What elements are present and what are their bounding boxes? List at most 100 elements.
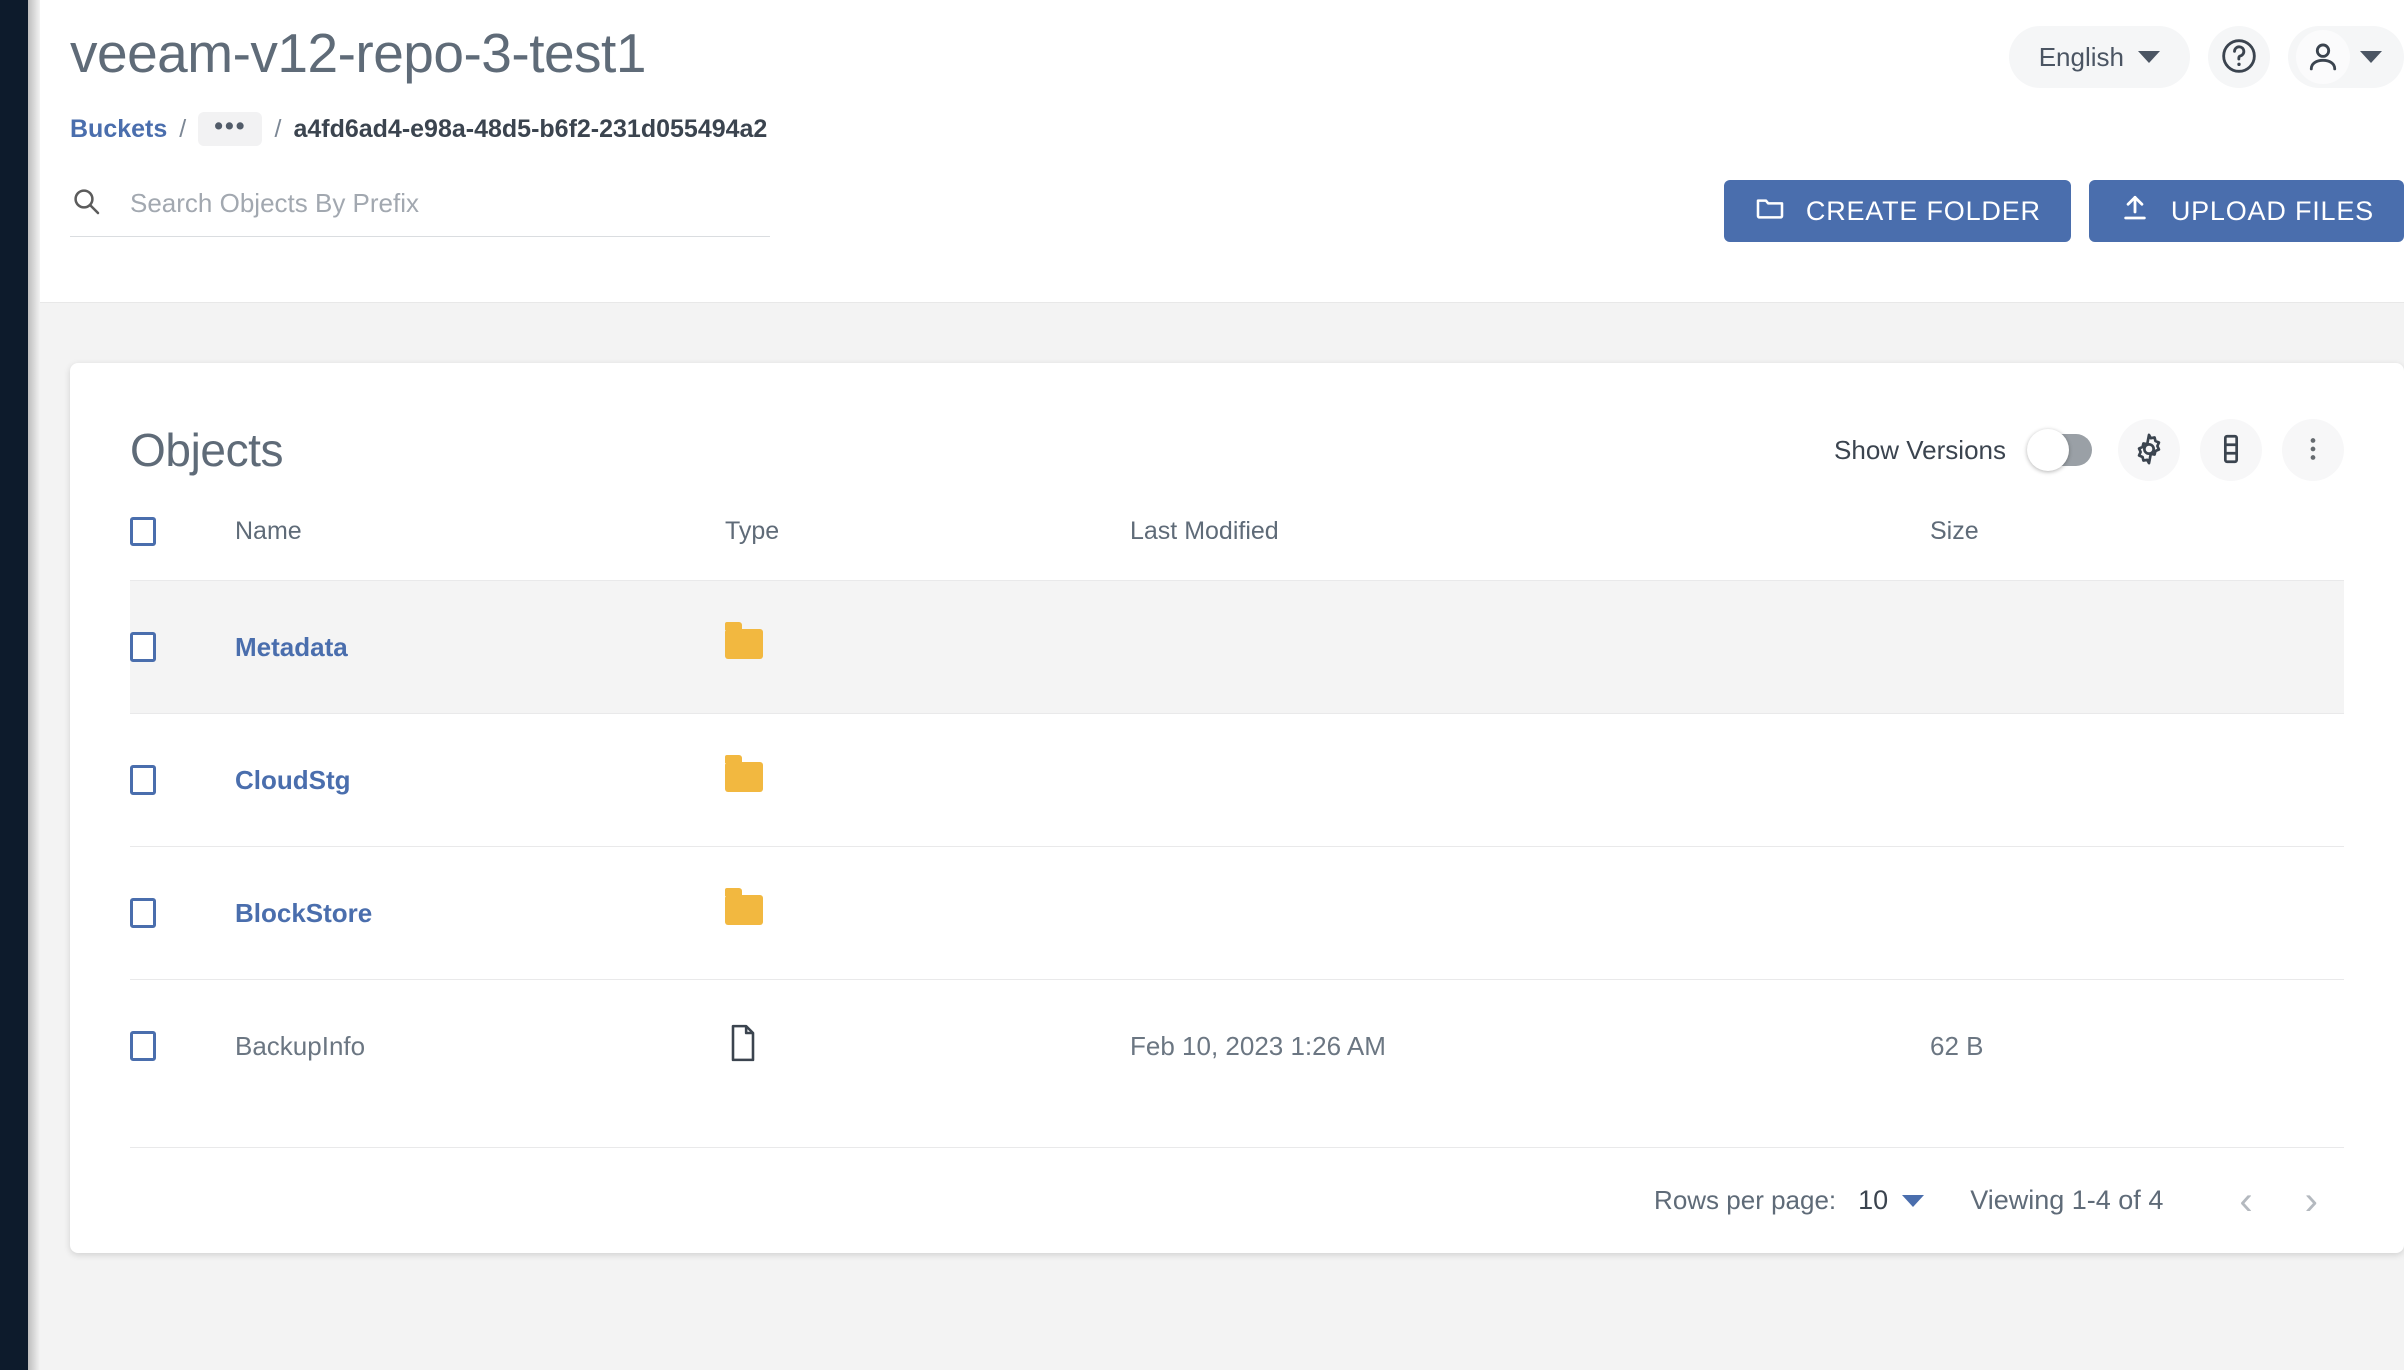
objects-table: Name Type Last Modified Size Metadata Cl…	[130, 517, 2344, 1113]
row-modified-cell: Feb 10, 2023 1:26 AM	[1130, 979, 1930, 1113]
table-row[interactable]: CloudStg	[130, 713, 2344, 847]
row-size-cell: 62 B	[1930, 979, 2344, 1113]
create-folder-button[interactable]: CREATE FOLDER	[1723, 180, 2071, 242]
page-title: veeam-v12-repo-3-test1	[70, 22, 646, 84]
columns-button[interactable]	[2200, 419, 2262, 481]
row-checkbox[interactable]	[130, 765, 156, 795]
header-top-row: veeam-v12-repo-3-test1 English	[40, 0, 2404, 88]
row-modified-cell	[1130, 713, 1930, 847]
object-name-link[interactable]: CloudStg	[235, 765, 351, 795]
object-name-link[interactable]: BlockStore	[235, 898, 372, 928]
app-root: veeam-v12-repo-3-test1 English Buckets /…	[0, 0, 2404, 1370]
folder-icon	[1754, 192, 1786, 231]
row-name-cell: CloudStg	[235, 713, 725, 847]
avatar	[2296, 30, 2350, 84]
row-size-cell	[1930, 846, 2344, 980]
settings-button[interactable]	[2118, 419, 2180, 481]
row-select-cell	[130, 846, 235, 980]
rail-shadow	[28, 0, 40, 1370]
column-header-type[interactable]: Type	[725, 517, 1130, 581]
search-field[interactable]	[70, 185, 770, 237]
account-menu-button[interactable]	[2288, 26, 2404, 88]
rows-per-page-value[interactable]: 10	[1858, 1185, 1888, 1216]
upload-icon	[2119, 192, 2151, 231]
row-name-cell: Metadata	[235, 580, 725, 714]
table-row[interactable]: BackupInfo Feb 10, 2023 1:26 AM 62 B	[130, 979, 2344, 1113]
page-header: veeam-v12-repo-3-test1 English Buckets /…	[40, 0, 2404, 303]
object-name-link[interactable]: BackupInfo	[235, 1031, 365, 1061]
table-body: Metadata CloudStg BlockStore BackupInfo …	[130, 580, 2344, 1113]
breadcrumb-ellipsis-button[interactable]: •••	[198, 112, 263, 146]
next-page-button[interactable]: ›	[2279, 1181, 2344, 1221]
folder-icon	[725, 754, 763, 792]
table-row[interactable]: BlockStore	[130, 846, 2344, 980]
folder-icon	[725, 621, 763, 659]
previous-page-button[interactable]: ‹	[2213, 1181, 2278, 1221]
table-header-row: Name Type Last Modified Size	[130, 517, 2344, 581]
gear-icon	[2131, 431, 2167, 470]
breadcrumb-separator: /	[179, 114, 187, 143]
row-modified-cell	[1130, 580, 1930, 714]
left-nav-rail	[0, 0, 28, 1370]
row-size-cell	[1930, 580, 2344, 714]
column-header-size[interactable]: Size	[1930, 517, 2344, 581]
row-name-cell: BlockStore	[235, 846, 725, 980]
rows-per-page-label: Rows per page:	[1654, 1185, 1837, 1215]
card-title: Objects	[130, 424, 284, 476]
breadcrumb-current: a4fd6ad4-e98a-48d5-b6f2-231d055494a2	[293, 114, 768, 143]
row-type-cell	[725, 580, 1130, 714]
row-checkbox[interactable]	[130, 1031, 156, 1062]
create-folder-label: CREATE FOLDER	[1805, 195, 2041, 226]
help-circle-icon	[2219, 36, 2259, 79]
columns-icon	[2214, 432, 2248, 469]
breadcrumb-separator: /	[274, 114, 282, 143]
help-button[interactable]	[2208, 26, 2270, 88]
search-icon	[70, 185, 102, 222]
language-label: English	[2038, 41, 2124, 72]
card-tools: Show Versions	[1834, 419, 2344, 481]
row-modified-cell	[1130, 846, 1930, 980]
upload-files-label: UPLOAD FILES	[2170, 195, 2374, 226]
objects-card: Objects Show Versions Name Type Last Mod…	[70, 363, 2404, 1253]
row-select-cell	[130, 979, 235, 1113]
row-size-cell	[1930, 713, 2344, 847]
column-header-name[interactable]: Name	[235, 517, 725, 581]
more-vertical-icon	[2298, 434, 2328, 467]
table-pagination: Rows per page: 10 Viewing 1-4 of 4 ‹ ›	[130, 1147, 2344, 1253]
row-checkbox[interactable]	[130, 632, 156, 662]
upload-files-button[interactable]: UPLOAD FILES	[2088, 180, 2404, 242]
select-all-checkbox[interactable]	[130, 517, 156, 546]
object-name-link[interactable]: Metadata	[235, 632, 348, 662]
table-head: Name Type Last Modified Size	[130, 517, 2344, 581]
card-area: Objects Show Versions Name Type Last Mod…	[40, 303, 2404, 1253]
folder-icon	[725, 887, 763, 925]
main-content: veeam-v12-repo-3-test1 English Buckets /…	[40, 0, 2404, 1370]
row-checkbox[interactable]	[130, 898, 156, 928]
chevron-down-icon[interactable]	[1902, 1194, 1925, 1207]
row-name-cell: BackupInfo	[235, 979, 725, 1113]
breadcrumb-item-buckets[interactable]: Buckets	[70, 115, 167, 144]
breadcrumb: Buckets / ••• / a4fd6ad4-e98a-48d5-b6f2-…	[40, 112, 2404, 146]
table-row[interactable]: Metadata	[130, 580, 2344, 714]
more-options-button[interactable]	[2282, 419, 2344, 481]
document-icon	[725, 1024, 761, 1069]
column-header-last-modified[interactable]: Last Modified	[1130, 517, 1930, 581]
row-type-cell	[725, 979, 1130, 1113]
header-action-buttons: CREATE FOLDER UPLOAD FILES	[1723, 180, 2404, 242]
objects-card-header: Objects Show Versions	[130, 419, 2344, 481]
chevron-down-icon	[2138, 51, 2160, 63]
row-select-cell	[130, 713, 235, 847]
row-type-cell	[725, 846, 1130, 980]
show-versions-toggle[interactable]	[2027, 429, 2092, 471]
language-selector[interactable]: English	[2008, 26, 2190, 88]
row-select-cell	[130, 580, 235, 714]
viewing-range-label: Viewing 1-4 of 4	[1970, 1185, 2164, 1215]
row-type-cell	[725, 713, 1130, 847]
show-versions-label: Show Versions	[1834, 434, 2006, 465]
toggle-knob	[2027, 429, 2069, 471]
header-actions: English	[2008, 26, 2404, 88]
search-input[interactable]	[130, 188, 770, 219]
chevron-down-icon	[2360, 51, 2382, 63]
select-all-header	[130, 517, 235, 581]
header-toolbar: CREATE FOLDER UPLOAD FILES	[40, 180, 2404, 242]
